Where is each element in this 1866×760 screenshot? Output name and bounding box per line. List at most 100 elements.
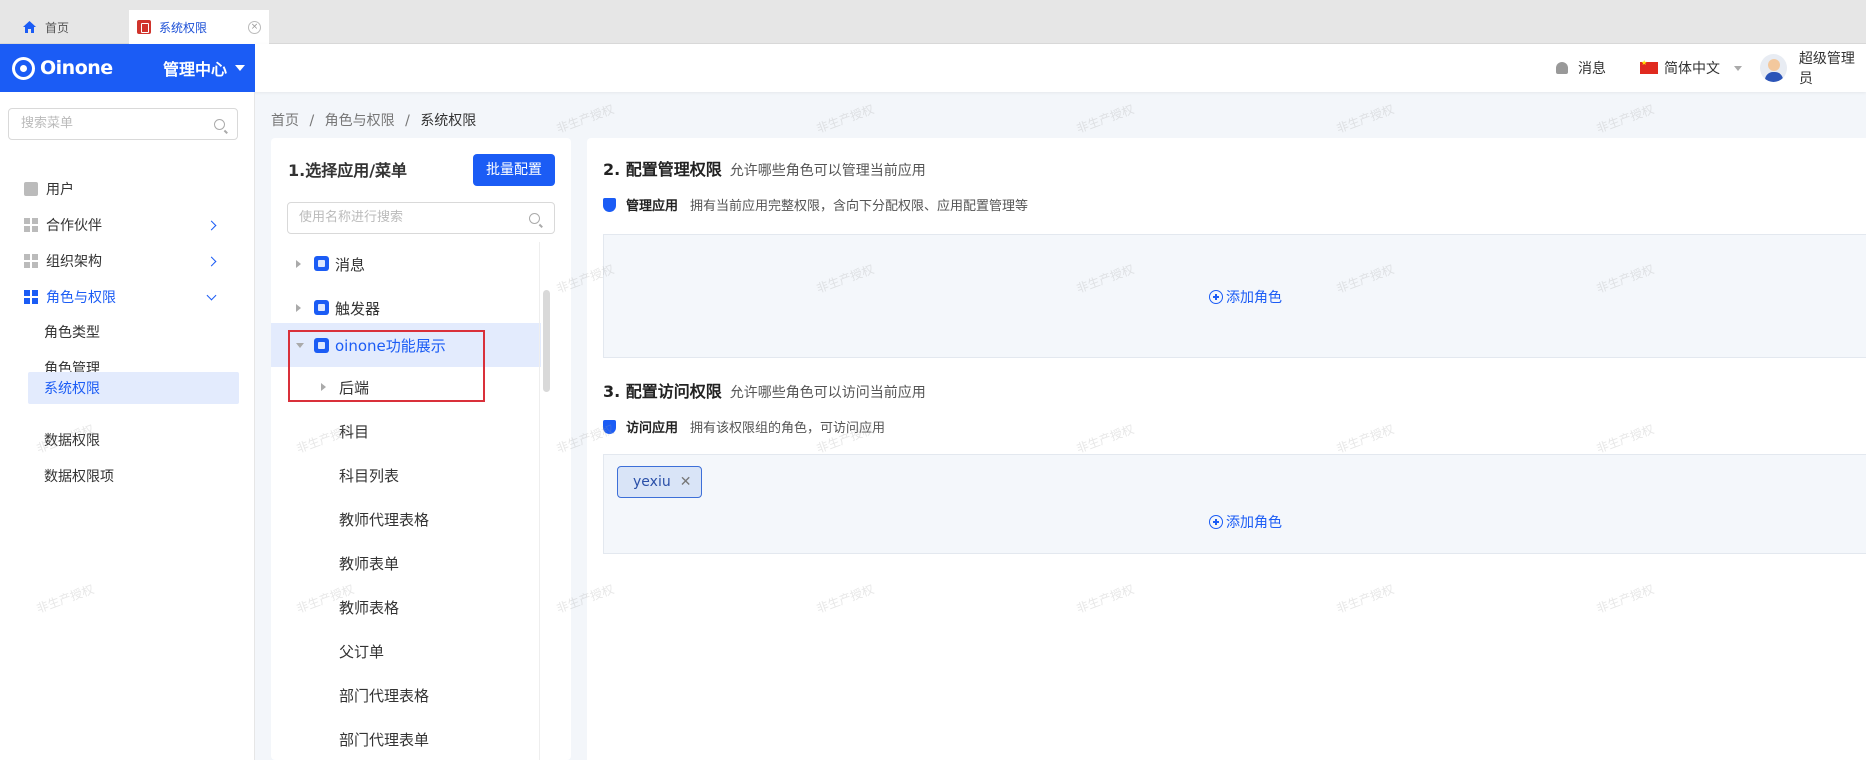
highlight-annotation-box <box>288 330 485 402</box>
tree-node-teacher-proxy-table[interactable]: 教师代理表格 <box>271 499 541 539</box>
access-section-heading: 3. 配置访问权限 <box>603 382 722 401</box>
sidebar-subitem-role-types[interactable]: 角色类型 <box>28 316 239 348</box>
role-tag-yexiu[interactable]: yexiu ✕ <box>617 466 703 498</box>
grid-icon <box>24 218 38 232</box>
scrollbar-thumb[interactable] <box>543 290 550 392</box>
user-menu[interactable]: 超级管理员 <box>1760 44 1866 92</box>
sidebar-item-label: 用户 <box>46 182 74 198</box>
tree-node-label: 教师表单 <box>339 554 400 573</box>
breadcrumb-separator: / <box>405 113 410 129</box>
breadcrumb-home[interactable]: 首页 <box>271 113 299 129</box>
bell-icon <box>1556 62 1568 74</box>
watermark: 非生产授权 <box>554 102 616 136</box>
tab-close-icon[interactable]: × <box>248 21 261 34</box>
menu-search-input[interactable]: 搜索菜单 <box>8 108 238 140</box>
sidebar-subitem-data-permission[interactable]: 数据权限 <box>28 424 239 456</box>
folder-icon <box>24 182 38 196</box>
app-menu-title: 1.选择应用/菜单 <box>288 161 408 180</box>
caret-right-icon[interactable] <box>296 304 301 312</box>
grid-icon <box>24 290 38 304</box>
manage-app-line: 管理应用 拥有当前应用完整权限，含向下分配权限、应用配置管理等 <box>603 195 1028 214</box>
tree-node-subject-list[interactable]: 科目列表 <box>271 455 541 495</box>
app-search-input[interactable]: 使用名称进行搜索 <box>287 202 555 234</box>
manage-app-label: 管理应用 <box>626 199 679 214</box>
add-access-role-button[interactable]: 添加角色 <box>1209 512 1282 532</box>
sidebar-item-partners[interactable]: 合作伙伴 <box>0 207 255 243</box>
tree-node-label: 科目 <box>339 422 370 441</box>
logo-bar: Oinone 管理中心 <box>0 44 255 92</box>
breadcrumb-current: 系统权限 <box>420 113 477 129</box>
add-role-label: 添加角色 <box>1226 290 1282 306</box>
add-role-label: 添加角色 <box>1226 515 1282 531</box>
home-icon <box>23 21 36 33</box>
watermark: 非生产授权 <box>1334 102 1396 136</box>
access-section-title: 3. 配置访问权限 允许哪些角色可以访问当前应用 <box>603 378 926 402</box>
tree-node-label: 部门代理表格 <box>339 686 430 705</box>
shield-icon <box>603 197 616 212</box>
chevron-right-icon <box>206 220 217 230</box>
tab-system-permission-label: 系统权限 <box>159 20 208 35</box>
app-switcher[interactable]: 管理中心 <box>163 56 227 80</box>
breadcrumb-parent[interactable]: 角色与权限 <box>325 113 395 129</box>
tree-node-label: 部门代理表单 <box>339 730 430 749</box>
sidebar-subitem-system-permission[interactable]: 系统权限 <box>28 372 239 404</box>
tab-home[interactable]: 首页 <box>22 10 69 44</box>
plus-circle-icon <box>1209 290 1223 304</box>
tab-system-permission[interactable]: 系统权限 × <box>129 10 269 44</box>
oinone-logo-icon <box>12 56 35 80</box>
tree-scrollbar[interactable] <box>539 242 551 760</box>
sidebar-item-label: 组织架构 <box>46 254 102 270</box>
logo-text: Oinone <box>40 57 113 79</box>
tree-node-label: 科目列表 <box>339 466 400 485</box>
access-app-line: 访问应用 拥有该权限组的角色，可访问应用 <box>603 417 885 436</box>
sidebar-item-label: 角色与权限 <box>46 290 116 306</box>
tree-node-teacher-form[interactable]: 教师表单 <box>271 543 541 583</box>
tree-node-messages[interactable]: 消息 <box>271 244 541 284</box>
messages-button[interactable]: 消息 <box>1556 44 1606 92</box>
language-label: 简体中文 <box>1664 61 1720 77</box>
access-roles-area: yexiu ✕ 添加角色 <box>603 454 1866 554</box>
shield-icon <box>603 419 616 434</box>
close-icon[interactable]: ✕ <box>680 474 692 490</box>
sidebar-subitem-data-permission-items[interactable]: 数据权限项 <box>28 460 239 492</box>
watermark: 非生产授权 <box>1074 102 1136 136</box>
sidebar-item-users[interactable]: 用户 <box>0 171 255 207</box>
tree-node-parent-order[interactable]: 父订单 <box>271 631 541 671</box>
permission-config-panel: 2. 配置管理权限 允许哪些角色可以管理当前应用 管理应用 拥有当前应用完整权限，… <box>587 138 1866 760</box>
manage-roles-area: 添加角色 <box>603 234 1866 358</box>
language-selector[interactable]: 简体中文 <box>1640 44 1742 92</box>
plus-circle-icon <box>1209 515 1223 529</box>
app-icon <box>314 300 329 315</box>
caret-down-icon[interactable] <box>235 65 245 71</box>
user-name: 超级管理员 <box>1798 51 1855 87</box>
watermark: 非生产授权 <box>814 102 876 136</box>
messages-label: 消息 <box>1578 61 1606 77</box>
sidebar-item-roles[interactable]: 角色与权限 <box>0 279 255 315</box>
add-manage-role-button[interactable]: 添加角色 <box>1209 287 1282 307</box>
sidebar-item-organization[interactable]: 组织架构 <box>0 243 255 279</box>
search-icon <box>214 119 225 130</box>
top-header: Oinone 管理中心 消息 简体中文 超级管理员 <box>0 44 1866 92</box>
chevron-down-icon <box>206 290 217 301</box>
chevron-right-icon <box>206 256 217 266</box>
access-app-label: 访问应用 <box>626 421 679 436</box>
app-icon <box>314 256 329 271</box>
app-tree: 消息 触发器 oinone功能展示 后端 科目 科目列表 教师代理表格 教师表单… <box>271 242 541 760</box>
tree-node-triggers[interactable]: 触发器 <box>271 288 541 328</box>
watermark: 非生产授权 <box>1594 102 1656 136</box>
tree-node-dept-proxy-table[interactable]: 部门代理表格 <box>271 675 541 715</box>
tree-node-teacher-table[interactable]: 教师表格 <box>271 587 541 627</box>
manage-section-heading: 2. 配置管理权限 <box>603 160 722 179</box>
search-icon <box>529 213 540 224</box>
tab-home-label: 首页 <box>45 20 70 35</box>
tree-node-label: 父订单 <box>339 642 385 661</box>
caret-right-icon[interactable] <box>296 260 301 268</box>
chevron-down-icon <box>1734 65 1742 71</box>
batch-config-button[interactable]: 批量配置 <box>473 154 555 186</box>
china-flag-icon <box>1640 59 1658 74</box>
tree-node-label: 教师表格 <box>339 598 400 617</box>
access-section-desc: 允许哪些角色可以访问当前应用 <box>729 385 926 401</box>
tree-node-subject[interactable]: 科目 <box>271 411 541 451</box>
tree-node-dept-proxy-form[interactable]: 部门代理表单 <box>271 719 541 759</box>
permission-app-icon <box>137 20 151 34</box>
